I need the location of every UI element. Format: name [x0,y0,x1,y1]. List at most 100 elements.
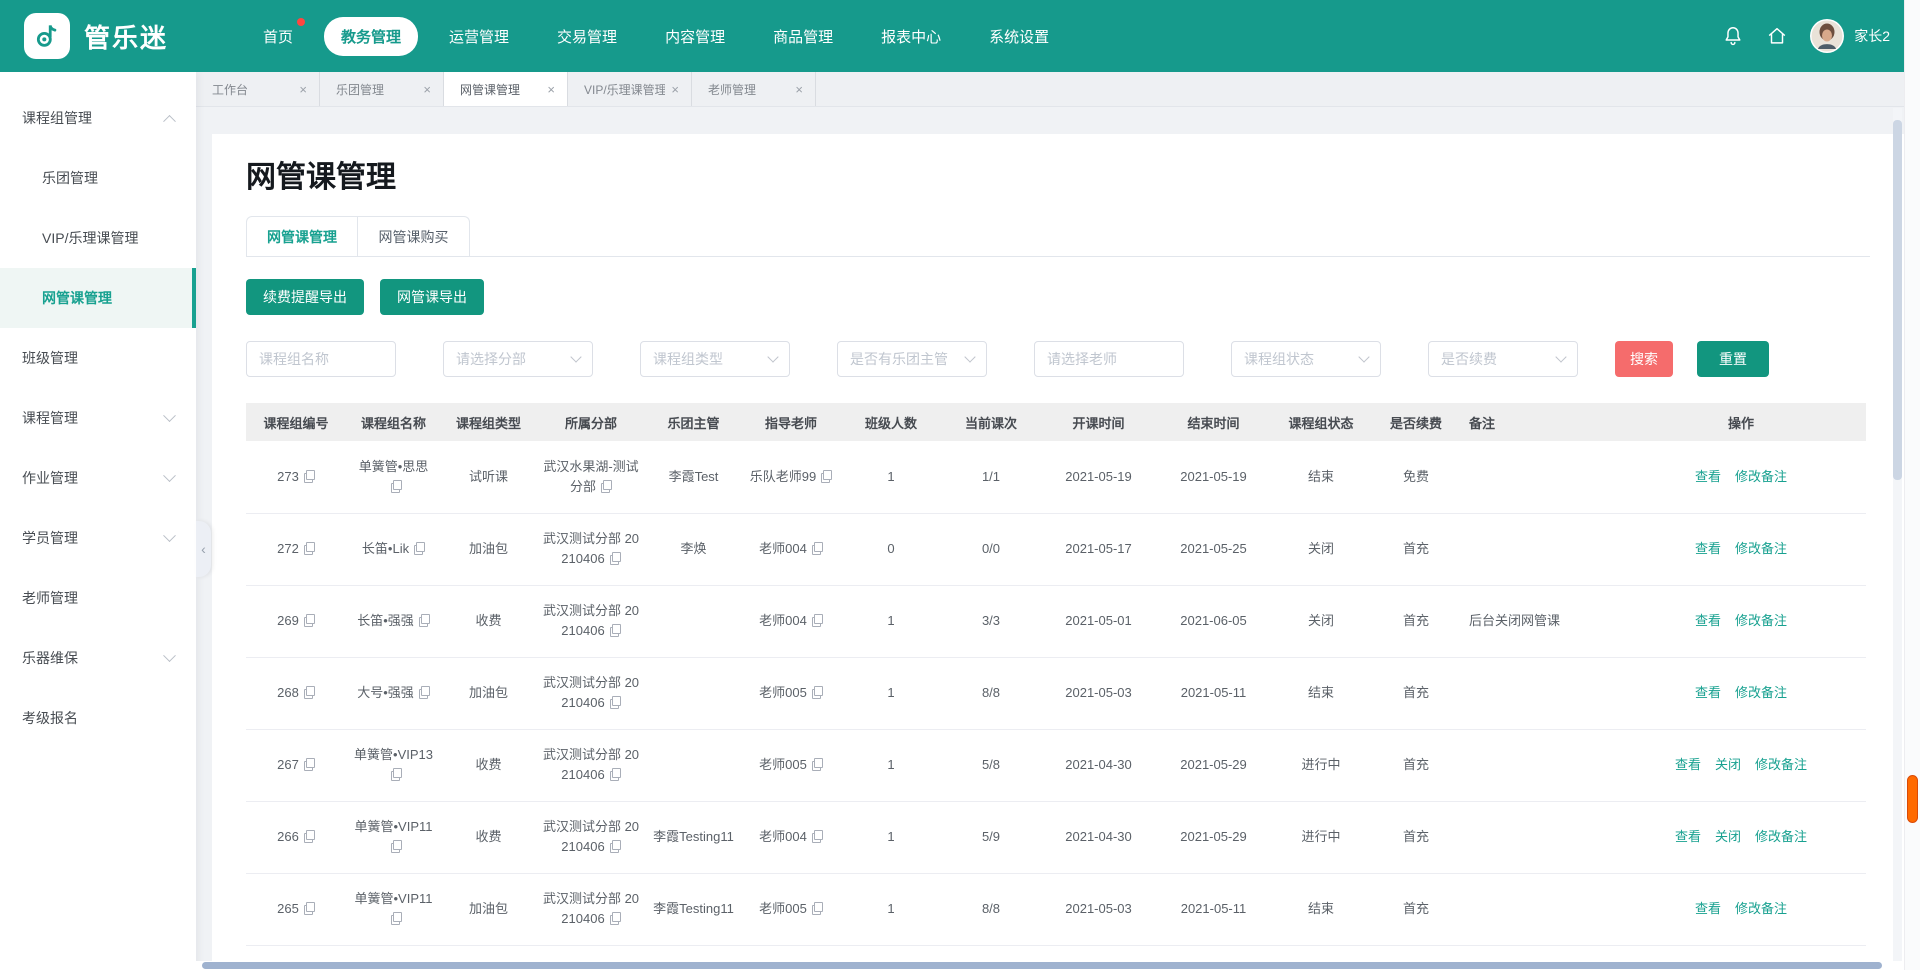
sidebar-item[interactable]: 老师管理 [0,568,196,628]
action-link[interactable]: 查看 [1695,541,1721,556]
sidebar-collapse-handle[interactable]: ‹ [196,521,211,577]
reset-button[interactable]: 重置 [1697,341,1769,377]
filter-input[interactable] [1047,351,1171,367]
action-link[interactable]: 修改备注 [1735,541,1787,556]
page-tab[interactable]: 网管课购买 [358,216,470,256]
action-link[interactable]: 修改备注 [1735,469,1787,484]
copy-icon[interactable] [419,686,430,699]
action-link[interactable]: 关闭 [1715,757,1741,772]
close-icon[interactable]: × [671,82,679,97]
sidebar-item[interactable]: 班级管理 [0,328,196,388]
sidebar-item[interactable]: 学员管理 [0,508,196,568]
export-button[interactable]: 网管课导出 [380,279,484,315]
window-tab[interactable]: 工作台× [196,72,320,106]
nav-item[interactable]: 运营管理 [432,17,526,56]
nav-item[interactable]: 教务管理 [324,17,418,56]
copy-icon[interactable] [414,542,425,555]
copy-icon[interactable] [304,686,315,699]
action-link[interactable]: 查看 [1675,757,1701,772]
export-button[interactable]: 续费提醒导出 [246,279,364,315]
copy-icon[interactable] [821,470,832,483]
action-link[interactable]: 修改备注 [1735,685,1787,700]
copy-icon[interactable] [304,614,315,627]
horizontal-scrollbar-thumb[interactable] [202,962,1882,969]
copy-icon[interactable] [812,614,823,627]
copy-icon[interactable] [391,480,402,493]
nav-item[interactable]: 交易管理 [540,17,634,56]
filter-field[interactable] [1034,341,1184,377]
close-icon[interactable]: × [795,82,803,97]
copy-icon[interactable] [812,686,823,699]
sidebar-item[interactable]: 网管课管理 [0,268,196,328]
copy-icon[interactable] [304,902,315,915]
copy-icon[interactable] [304,470,315,483]
copy-icon[interactable] [610,696,621,709]
app-logo[interactable] [24,13,70,59]
close-icon[interactable]: × [547,82,555,97]
nav-item[interactable]: 系统设置 [972,17,1066,56]
filter-select[interactable]: 是否有乐团主管 [837,341,987,377]
close-icon[interactable]: × [299,82,307,97]
filter-select[interactable]: 请选择分部 [443,341,593,377]
nav-item[interactable]: 首页 [246,17,310,56]
inner-vertical-scrollbar-thumb[interactable] [1893,120,1902,480]
avatar[interactable] [1810,19,1844,53]
sidebar-item[interactable]: VIP/乐理课管理 [0,208,196,268]
home-icon[interactable] [1766,25,1788,47]
page-tab[interactable]: 网管课管理 [246,216,358,256]
action-link[interactable]: 查看 [1695,469,1721,484]
filter-select[interactable]: 课程组状态 [1231,341,1381,377]
sidebar-item[interactable]: 作业管理 [0,448,196,508]
copy-icon[interactable] [812,542,823,555]
copy-icon[interactable] [601,480,612,493]
copy-icon[interactable] [391,912,402,925]
copy-icon[interactable] [812,830,823,843]
action-link[interactable]: 修改备注 [1735,613,1787,628]
action-link[interactable]: 关闭 [1715,829,1741,844]
nav-item[interactable]: 商品管理 [756,17,850,56]
search-button[interactable]: 搜索 [1615,341,1673,377]
sidebar-item[interactable]: 乐器维保 [0,628,196,688]
nav-item[interactable]: 报表中心 [864,17,958,56]
sidebar-item[interactable]: 课程管理 [0,388,196,448]
copy-icon[interactable] [610,552,621,565]
copy-icon[interactable] [304,830,315,843]
filter-select[interactable]: 课程组类型 [640,341,790,377]
inner-vertical-scrollbar[interactable] [1893,108,1902,961]
horizontal-scrollbar[interactable] [196,961,1904,970]
filter-field[interactable] [246,341,396,377]
user-name[interactable]: 家长2 [1854,26,1890,46]
action-link[interactable]: 查看 [1695,685,1721,700]
window-tab[interactable]: 乐团管理× [320,72,444,106]
copy-icon[interactable] [610,624,621,637]
filter-select[interactable]: 是否续费 [1428,341,1578,377]
copy-icon[interactable] [391,768,402,781]
action-link[interactable]: 查看 [1695,613,1721,628]
browser-vertical-scrollbar[interactable] [1904,0,1920,970]
copy-icon[interactable] [610,912,621,925]
action-link[interactable]: 修改备注 [1755,757,1807,772]
action-link[interactable]: 查看 [1675,829,1701,844]
bell-icon[interactable] [1722,25,1744,47]
action-link[interactable]: 修改备注 [1735,901,1787,916]
action-link[interactable]: 查看 [1695,901,1721,916]
copy-icon[interactable] [610,768,621,781]
browser-vertical-scrollbar-thumb[interactable] [1907,775,1918,823]
copy-icon[interactable] [812,902,823,915]
window-tab[interactable]: VIP/乐理课管理× [568,72,692,106]
sidebar-item[interactable]: 考级报名 [0,688,196,748]
nav-item[interactable]: 内容管理 [648,17,742,56]
copy-icon[interactable] [419,614,430,627]
window-tab[interactable]: 网管课管理× [444,72,568,106]
copy-icon[interactable] [812,758,823,771]
copy-icon[interactable] [610,840,621,853]
copy-icon[interactable] [304,542,315,555]
copy-icon[interactable] [304,758,315,771]
copy-icon[interactable] [391,840,402,853]
sidebar-item[interactable]: 乐团管理 [0,148,196,208]
action-link[interactable]: 修改备注 [1755,829,1807,844]
filter-input[interactable] [259,351,383,367]
sidebar-item[interactable]: 课程组管理 [0,88,196,148]
window-tab[interactable]: 老师管理× [692,72,816,106]
close-icon[interactable]: × [423,82,431,97]
